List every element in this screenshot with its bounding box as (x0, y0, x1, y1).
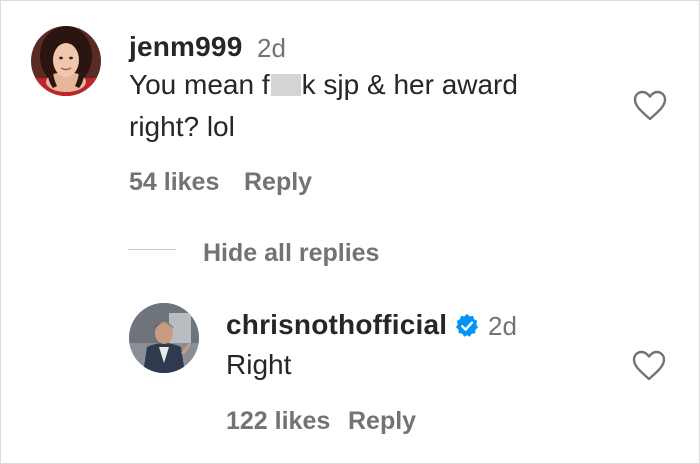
comment-text-prefix: You mean f (129, 69, 270, 100)
reply-avatar[interactable] (129, 303, 199, 373)
comment-reply-button[interactable]: Reply (244, 168, 312, 197)
comment-timestamp[interactable]: 2d (257, 33, 286, 64)
heart-icon[interactable] (632, 350, 666, 382)
comment-text-line-2: right? lol (129, 111, 235, 142)
replies-divider-line (128, 249, 176, 250)
censor-block (270, 74, 301, 96)
reply-timestamp[interactable]: 2d (488, 311, 517, 342)
hide-replies-button[interactable]: Hide all replies (203, 239, 379, 268)
reply-reply-button[interactable]: Reply (348, 407, 416, 436)
comment-like-count[interactable]: 54 likes (129, 168, 219, 197)
comment-text-suffix: k sjp & her award (301, 69, 518, 100)
avatar[interactable] (31, 26, 101, 96)
verified-badge-icon (456, 314, 478, 337)
reply-text: Right (226, 349, 292, 380)
reply-like-count[interactable]: 122 likes (226, 407, 330, 436)
comment-text-line-1: You mean f k sjp & her award (129, 69, 518, 101)
heart-icon[interactable] (633, 90, 667, 122)
comment-username[interactable]: jenm999 (129, 31, 242, 63)
reply-username[interactable]: chrisnothofficial (226, 309, 447, 341)
comment-thread: jenm999 2d You mean f k sjp & her award r… (0, 0, 700, 464)
